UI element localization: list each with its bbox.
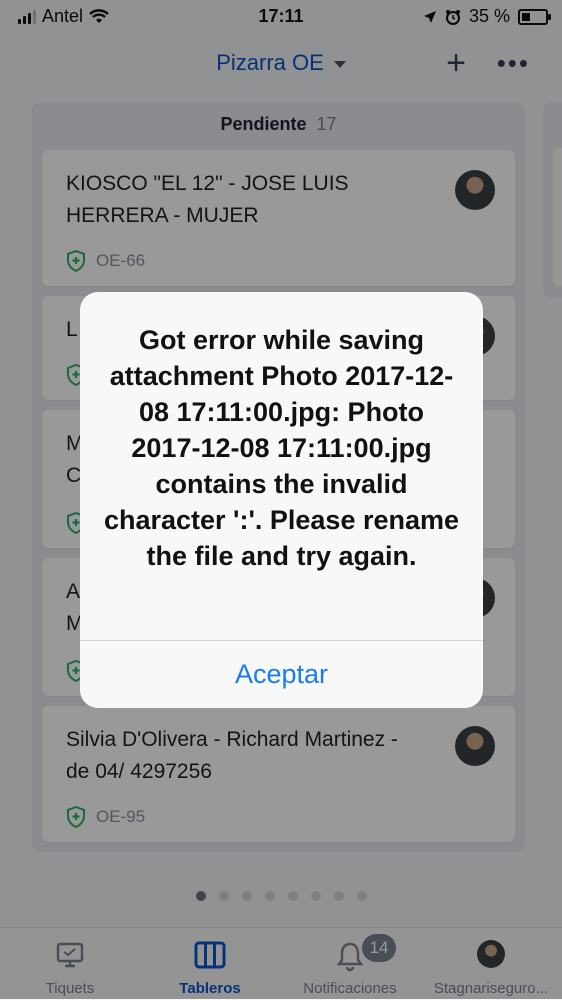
app-screen: Antel 17:11 35 % Pizarra OE + ••• Pendie… xyxy=(0,0,562,1000)
error-alert-dialog: Got error while saving attachment Photo … xyxy=(80,292,483,708)
alert-message: Got error while saving attachment Photo … xyxy=(103,325,460,571)
accept-button[interactable]: Aceptar xyxy=(80,641,483,708)
